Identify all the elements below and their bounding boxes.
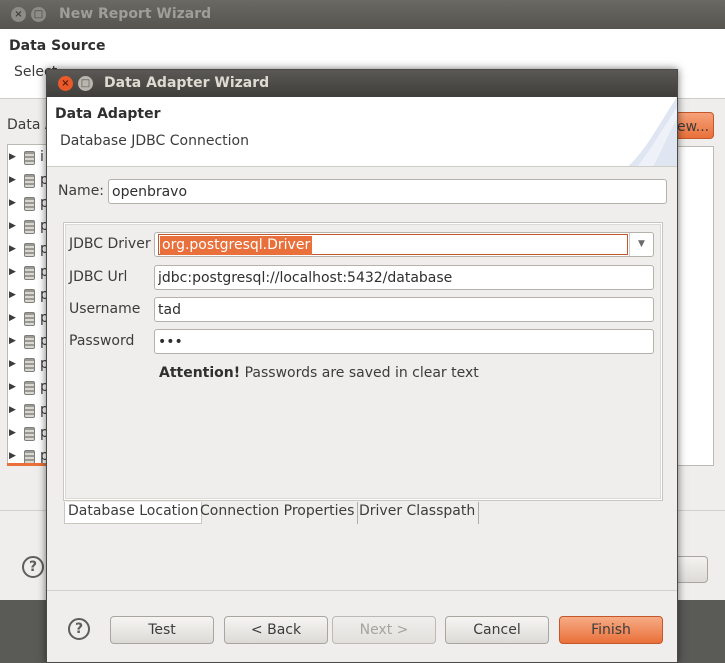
username-label: Username [69, 301, 141, 317]
database-icon [24, 151, 35, 165]
button-bar-divider [47, 590, 677, 591]
expand-triangle-icon[interactable]: ▶ [9, 405, 16, 415]
database-icon [24, 220, 35, 234]
database-icon [24, 312, 35, 326]
expand-triangle-icon[interactable]: ▶ [9, 152, 16, 162]
expand-triangle-icon[interactable]: ▶ [9, 267, 16, 277]
tab-database-location[interactable]: Database Location [64, 502, 203, 524]
database-icon [24, 358, 35, 372]
attention-message: Attention! Passwords are saved in clear … [159, 365, 479, 381]
attention-label: Attention! [159, 365, 241, 381]
tree-row[interactable]: ▶p [8, 193, 47, 216]
window-title: New Report Wizard [59, 6, 212, 22]
close-icon[interactable]: × [58, 76, 73, 91]
username-input[interactable] [154, 297, 654, 322]
jdbc-url-input[interactable] [154, 265, 654, 290]
expand-triangle-icon[interactable]: ▶ [9, 359, 16, 369]
jdbc-driver-input[interactable]: org.postgresql.Driver [158, 234, 628, 255]
tree-row[interactable]: ▶p [8, 354, 47, 377]
tab-driver-classpath[interactable]: Driver Classpath [356, 502, 480, 524]
tree-row[interactable]: ▶p [8, 285, 47, 308]
jdbc-url-label: JDBC Url [69, 269, 128, 285]
expand-triangle-icon[interactable]: ▶ [9, 451, 16, 461]
section-description: Database JDBC Connection [60, 133, 249, 149]
expand-triangle-icon[interactable]: ▶ [9, 175, 16, 185]
expand-triangle-icon[interactable]: ▶ [9, 221, 16, 231]
database-icon [24, 266, 35, 280]
attention-text: Passwords are saved in clear text [240, 365, 479, 381]
tree-row[interactable]: ▶p [8, 216, 47, 239]
tree-row[interactable]: ▶p [8, 423, 47, 446]
tree-row[interactable]: ▶p [8, 308, 47, 331]
header-decoration-icon [628, 97, 677, 166]
right-list-panel[interactable] [677, 146, 714, 466]
jdbc-driver-combo[interactable]: org.postgresql.Driver ▼ [154, 232, 654, 257]
database-icon [24, 404, 35, 418]
password-label: Password [69, 333, 135, 349]
expand-triangle-icon[interactable]: ▶ [9, 290, 16, 300]
data-adapter-wizard-dialog: × □ Data Adapter Wizard Data Adapter Dat… [46, 69, 678, 663]
back-button[interactable]: < Back [224, 616, 328, 644]
next-button[interactable]: Next > [332, 616, 436, 644]
test-button[interactable]: Test [110, 616, 214, 644]
name-input[interactable] [108, 179, 667, 204]
finish-button[interactable]: Finish [559, 616, 663, 644]
database-icon [24, 335, 35, 349]
maximize-icon[interactable]: □ [31, 7, 46, 22]
new-adapter-button[interactable]: ew... [677, 112, 714, 139]
tree-row[interactable]: ▶ i [8, 147, 47, 170]
help-icon[interactable]: ? [22, 556, 44, 578]
expand-triangle-icon[interactable]: ▶ [9, 198, 16, 208]
data-adapter-tree[interactable]: ▶i▶p▶p▶p▶p▶p▶p▶p▶p▶p▶p▶p▶p▶p [7, 144, 47, 466]
tree-row[interactable]: ▶p [8, 331, 47, 354]
expand-triangle-icon[interactable]: ▶ [9, 313, 16, 323]
database-icon [24, 450, 35, 464]
password-input[interactable] [154, 329, 654, 354]
tree-row[interactable]: ▶p [8, 377, 47, 400]
tree-row[interactable]: ▶p [8, 262, 47, 285]
expand-triangle-icon[interactable]: ▶ [9, 382, 16, 392]
database-icon [24, 381, 35, 395]
name-label: Name: [58, 183, 105, 199]
cancel-button[interactable]: Cancel [445, 616, 549, 644]
database-icon [24, 174, 35, 188]
tree-selection-marker [7, 463, 47, 466]
expand-triangle-icon[interactable]: ▶ [9, 428, 16, 438]
jdbc-driver-value: org.postgresql.Driver [160, 236, 313, 255]
tree-row[interactable]: ▶p [8, 400, 47, 423]
close-icon[interactable]: × [11, 7, 26, 22]
tab-panel [63, 222, 663, 501]
maximize-icon[interactable]: □ [78, 76, 93, 91]
section-title: Data Adapter [55, 106, 161, 122]
tab-connection-properties[interactable]: Connection Properties [197, 502, 359, 524]
database-icon [24, 427, 35, 441]
tree-row[interactable]: ▶p [8, 239, 47, 262]
tree-row-label: i [40, 149, 44, 165]
database-icon [24, 289, 35, 303]
expand-triangle-icon[interactable]: ▶ [9, 244, 16, 254]
database-icon [24, 197, 35, 211]
dialog-title: Data Adapter Wizard [104, 75, 270, 91]
tree-row[interactable]: ▶p [8, 170, 47, 193]
section-title: Data Source [9, 38, 106, 54]
database-icon [24, 243, 35, 257]
expand-triangle-icon[interactable]: ▶ [9, 336, 16, 346]
jdbc-driver-label: JDBC Driver [69, 236, 151, 252]
chevron-down-icon[interactable]: ▼ [629, 233, 653, 256]
wizard-button[interactable] [677, 556, 708, 583]
help-icon[interactable]: ? [68, 618, 90, 640]
